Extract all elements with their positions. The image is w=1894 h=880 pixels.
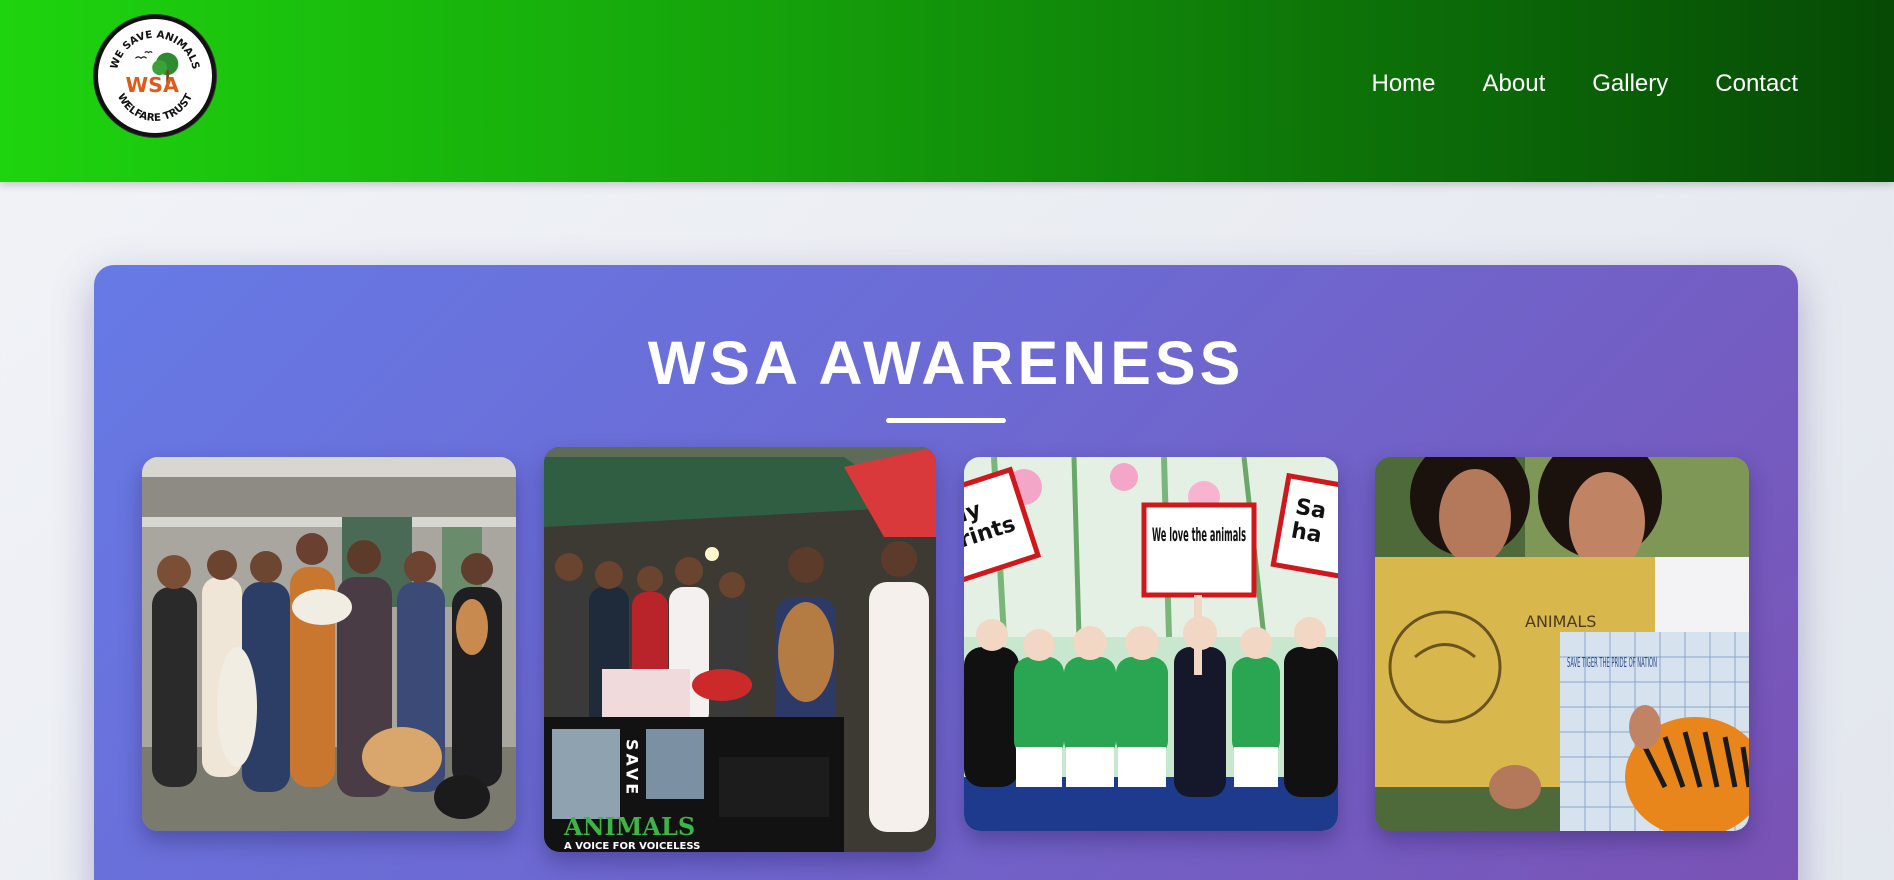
nav-contact-link[interactable]: Contact (1715, 70, 1798, 98)
banner-animals-text: ANIMALS (563, 812, 695, 841)
poster-animals-text: ANIMALS (1525, 612, 1596, 631)
photo-stall-image: SAVE ANIMALS A VOICE FOR VOICELESS (544, 447, 936, 852)
awareness-photo-volunteers[interactable] (142, 457, 516, 831)
wsa-logo-image: WE SAVE ANIMALS WELFARE TRUST WSA (102, 23, 208, 129)
logo-mark-text: WSA (126, 73, 179, 97)
nav-gallery-link[interactable]: Gallery (1592, 70, 1668, 98)
awareness-section: WSA AWARENESS SAVE ANIMALS A VOICE FOR V… (94, 265, 1798, 880)
tiger-placard-text: SAVE TIGER THE PRIDE OF NATION (1567, 656, 1657, 671)
main-nav: Home About Gallery Contact (1372, 70, 1799, 98)
banner-voice-text: A VOICE FOR VOICELESS (564, 841, 700, 852)
nav-about-link[interactable]: About (1483, 70, 1546, 98)
wsa-logo[interactable]: WE SAVE ANIMALS WELFARE TRUST WSA (94, 15, 216, 137)
awareness-title: WSA AWARENESS (647, 329, 1245, 397)
banner-save-text: SAVE (623, 739, 642, 797)
photo-tiger-drawings-image: ANIMALS SAVE TIGER THE PRIDE OF NATION (1375, 457, 1749, 831)
nav-home-link[interactable]: Home (1372, 70, 1436, 98)
photo-volunteers-image (142, 457, 516, 831)
photo-children-image: llyrints We love the animals Saha (964, 457, 1338, 831)
awareness-photo-tiger-drawings[interactable]: ANIMALS SAVE TIGER THE PRIDE OF NATION (1375, 457, 1749, 831)
title-underline (886, 418, 1006, 423)
site-header: WE SAVE ANIMALS WELFARE TRUST WSA Home A… (0, 0, 1894, 182)
awareness-photo-children[interactable]: llyrints We love the animals Saha (964, 457, 1338, 831)
placard-main-text: We love the animals (1152, 524, 1246, 546)
awareness-photo-stall[interactable]: SAVE ANIMALS A VOICE FOR VOICELESS (544, 447, 936, 852)
